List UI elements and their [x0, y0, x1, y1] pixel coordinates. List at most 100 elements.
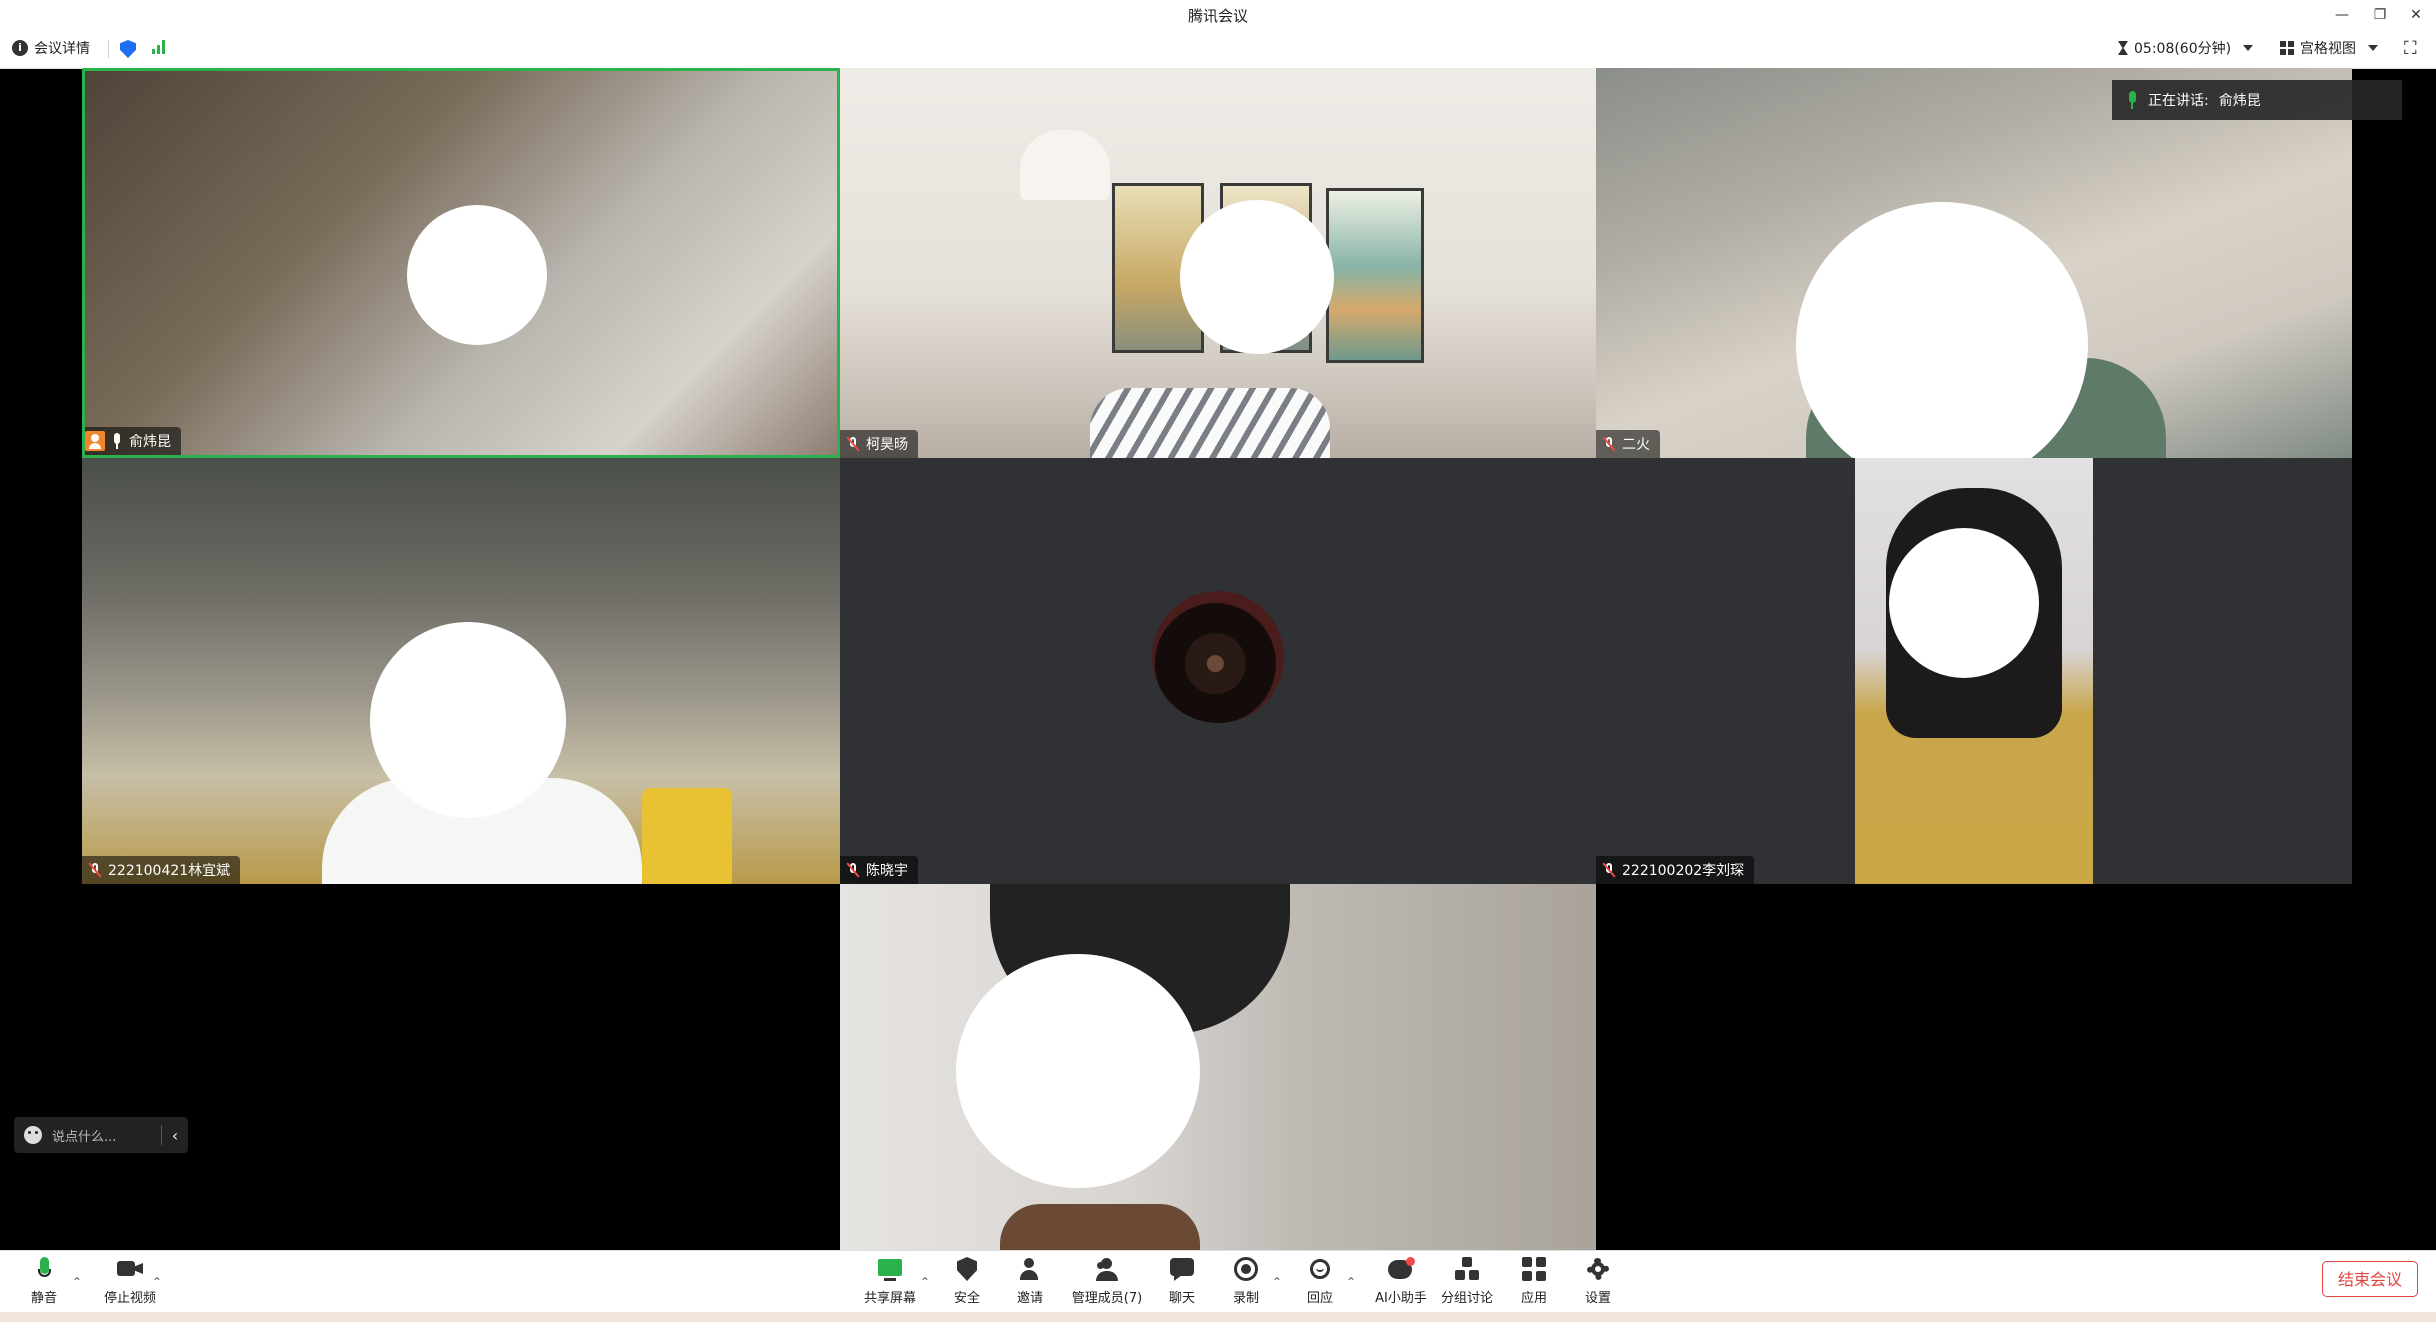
gear-icon: [1586, 1257, 1610, 1283]
apps-grid-icon: [1522, 1257, 1546, 1283]
video-tile-3[interactable]: 二火: [1596, 68, 2352, 458]
share-screen-button[interactable]: 共享屏幕: [858, 1257, 922, 1306]
react-label: 回应: [1306, 1291, 1333, 1306]
ai-assistant-button[interactable]: AI小助手: [1366, 1257, 1436, 1306]
microphone-muted-icon: [846, 436, 860, 452]
audio-options-chevron-icon[interactable]: ⌃: [72, 1275, 82, 1289]
participant-nametag: 二火: [1596, 430, 1660, 458]
record-button[interactable]: 录制: [1216, 1257, 1276, 1306]
microphone-muted-icon: [1602, 436, 1616, 452]
end-meeting-button[interactable]: 结束会议: [2322, 1261, 2418, 1297]
chat-bubble-icon: [1170, 1257, 1194, 1283]
participant-nametag: 柯昊旸: [840, 430, 918, 458]
floor-lamp: [1020, 130, 1110, 200]
video-tile-6[interactable]: 222100202李刘琛: [1596, 458, 2352, 884]
participant-name: 俞炜昆: [129, 434, 171, 450]
view-mode-label: 宫格视图: [2300, 41, 2356, 57]
video-tile-2[interactable]: 柯昊旸: [840, 68, 1596, 458]
members-icon: [1094, 1257, 1120, 1283]
participant-nametag: 俞炜昆: [85, 427, 181, 455]
speaking-label: 正在讲话:: [2148, 93, 2209, 109]
yellow-suitcase: [642, 788, 732, 884]
react-options-chevron-icon[interactable]: ⌃: [1346, 1275, 1356, 1289]
settings-button[interactable]: 设置: [1568, 1257, 1628, 1306]
mute-label: 静音: [30, 1291, 57, 1306]
breakout-label: 分组讨论: [1440, 1291, 1493, 1306]
host-icon: [85, 431, 105, 451]
breakout-rooms-icon: [1455, 1257, 1479, 1283]
video-tile-4[interactable]: 222100421林宜斌: [82, 458, 840, 884]
participant-name: 222100202李刘琛: [1622, 863, 1745, 879]
face-blur: [370, 622, 566, 818]
record-options-chevron-icon[interactable]: ⌃: [1272, 1275, 1282, 1289]
manage-members-label: 管理成员(7): [1071, 1291, 1143, 1306]
breakout-button[interactable]: 分组讨论: [1432, 1257, 1502, 1306]
avatar: [1152, 591, 1284, 723]
security-button[interactable]: 安全: [937, 1257, 997, 1306]
share-options-chevron-icon[interactable]: ⌃: [920, 1275, 930, 1289]
react-button[interactable]: 回应: [1290, 1257, 1350, 1306]
video-tile-7[interactable]: [840, 884, 1596, 1250]
window-title: 腾讯会议: [1187, 7, 1248, 25]
participant-name: 陈晓宇: [866, 863, 908, 879]
shield-icon: [957, 1257, 977, 1283]
fullscreen-button[interactable]: ⛶: [2404, 38, 2417, 59]
manage-members-button[interactable]: 管理成员(7): [1062, 1257, 1152, 1306]
divider: [108, 40, 109, 58]
speaking-name: 俞炜昆: [2218, 93, 2261, 109]
close-icon[interactable]: ✕: [2404, 3, 2428, 27]
face-blur: [956, 954, 1200, 1188]
share-screen-icon: [878, 1257, 902, 1283]
mute-button[interactable]: 静音: [14, 1257, 74, 1306]
minimize-icon[interactable]: —: [2330, 3, 2354, 27]
restore-icon[interactable]: ❐: [2368, 3, 2392, 27]
apps-button[interactable]: 应用: [1504, 1257, 1564, 1306]
ai-assistant-label: AI小助手: [1375, 1291, 1427, 1306]
participant-name: 二火: [1622, 437, 1650, 453]
microphone-muted-icon: [88, 862, 102, 878]
network-signal-button[interactable]: [152, 40, 168, 54]
meeting-toolbar: 静音 ⌃ 停止视频 ⌃ 共享屏幕 ⌃ 安全 邀请 管理成员(7) 聊天 录制 ⌃…: [0, 1250, 2436, 1313]
hand: [1000, 1204, 1200, 1250]
microphone-icon: [38, 1257, 51, 1283]
participant-name: 222100421林宜斌: [108, 863, 231, 879]
speaking-indicator: 正在讲话: 俞炜昆: [2112, 80, 2402, 120]
invite-button[interactable]: 邀请: [1000, 1257, 1060, 1306]
video-tile-5[interactable]: 陈晓宇: [840, 458, 1596, 884]
grid-view-icon: [2280, 41, 2294, 55]
chevron-left-icon[interactable]: ‹: [162, 1126, 188, 1145]
ai-assistant-icon: [1387, 1257, 1415, 1283]
share-screen-label: 共享屏幕: [863, 1291, 916, 1306]
invite-person-icon: [1019, 1257, 1041, 1283]
signal-bars-icon: [152, 40, 168, 54]
face-blur: [1889, 528, 2039, 678]
chevron-down-icon: [2368, 45, 2378, 51]
chat-placeholder: 说点什么...: [52, 1129, 117, 1145]
record-icon: [1234, 1257, 1258, 1283]
participant-nametag: 222100202李刘琛: [1596, 856, 1755, 884]
settings-label: 设置: [1584, 1291, 1611, 1306]
view-mode-button[interactable]: 宫格视图: [2280, 38, 2378, 58]
taskbar-strip: [0, 1312, 2436, 1322]
meeting-details-button[interactable]: i 会议详情: [12, 38, 90, 58]
meeting-timer-button[interactable]: 05:08(60分钟): [2118, 38, 2254, 58]
shield-icon: [120, 40, 136, 58]
video-options-chevron-icon[interactable]: ⌃: [152, 1275, 162, 1289]
microphone-active-icon: [2126, 91, 2138, 109]
emoji-icon[interactable]: [24, 1126, 42, 1144]
wall-painting: [1326, 188, 1424, 363]
microphone-muted-icon: [846, 862, 860, 878]
chat-input[interactable]: 说点什么... ‹: [14, 1117, 188, 1153]
apps-label: 应用: [1520, 1291, 1547, 1306]
meeting-details-label: 会议详情: [34, 41, 90, 57]
participant-name: 柯昊旸: [866, 437, 908, 453]
face-blur: [407, 205, 547, 345]
microphone-muted-icon: [1602, 862, 1616, 878]
participant-nametag: 222100421林宜斌: [82, 856, 241, 884]
record-label: 录制: [1232, 1291, 1259, 1306]
security-shield-button[interactable]: [120, 40, 136, 58]
chevron-down-icon: [2243, 45, 2254, 51]
video-tile-1[interactable]: 俞炜昆: [82, 68, 840, 458]
face-blur: [1180, 200, 1334, 354]
chat-button[interactable]: 聊天: [1152, 1257, 1212, 1306]
